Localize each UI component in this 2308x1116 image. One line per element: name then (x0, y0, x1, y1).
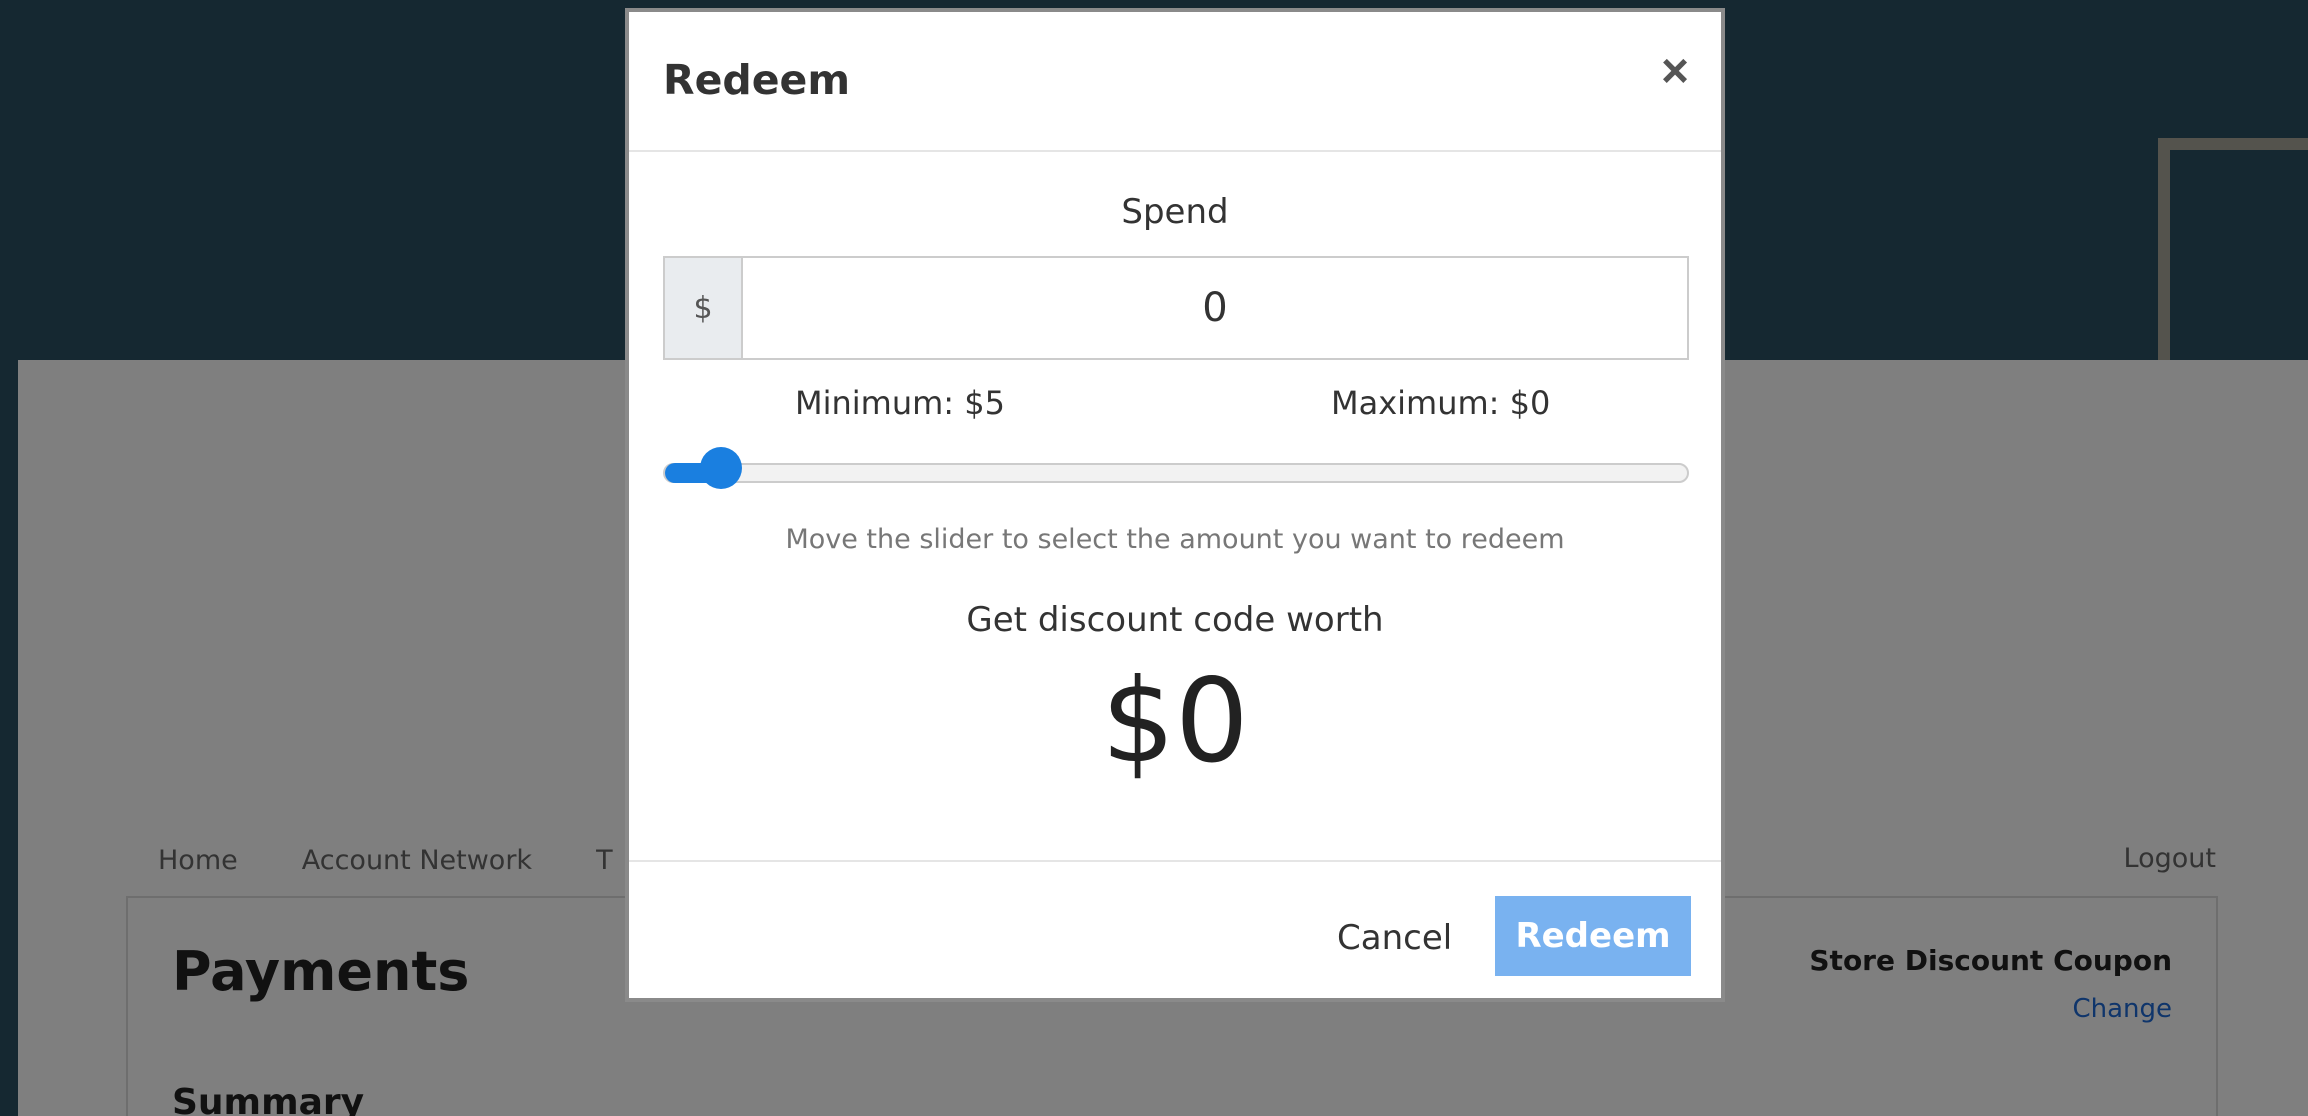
amount-slider[interactable] (663, 447, 1689, 489)
redeem-button[interactable]: Redeem (1495, 896, 1691, 976)
spend-input-group: $ (663, 256, 1689, 360)
redeem-modal: Redeem × Spend $ Minimum: $5 Maximum: $0… (625, 8, 1725, 1002)
discount-value: $0 (1101, 654, 1249, 789)
cancel-button[interactable]: Cancel (1327, 898, 1462, 978)
modal-title: Redeem (663, 56, 851, 104)
modal-header: Redeem × (629, 12, 1721, 152)
slider-handle[interactable] (699, 447, 742, 489)
maximum-label: Maximum: $0 (1331, 384, 1551, 422)
spend-label: Spend (1121, 192, 1229, 232)
close-icon[interactable]: × (1661, 48, 1689, 96)
discount-label: Get discount code worth (966, 600, 1384, 640)
currency-addon: $ (665, 258, 743, 358)
modal-footer: Cancel Redeem (629, 860, 1721, 1002)
spend-amount-input[interactable] (743, 258, 1687, 358)
slider-hint: Move the slider to select the amount you… (785, 524, 1565, 555)
minimum-label: Minimum: $5 (795, 384, 1005, 422)
